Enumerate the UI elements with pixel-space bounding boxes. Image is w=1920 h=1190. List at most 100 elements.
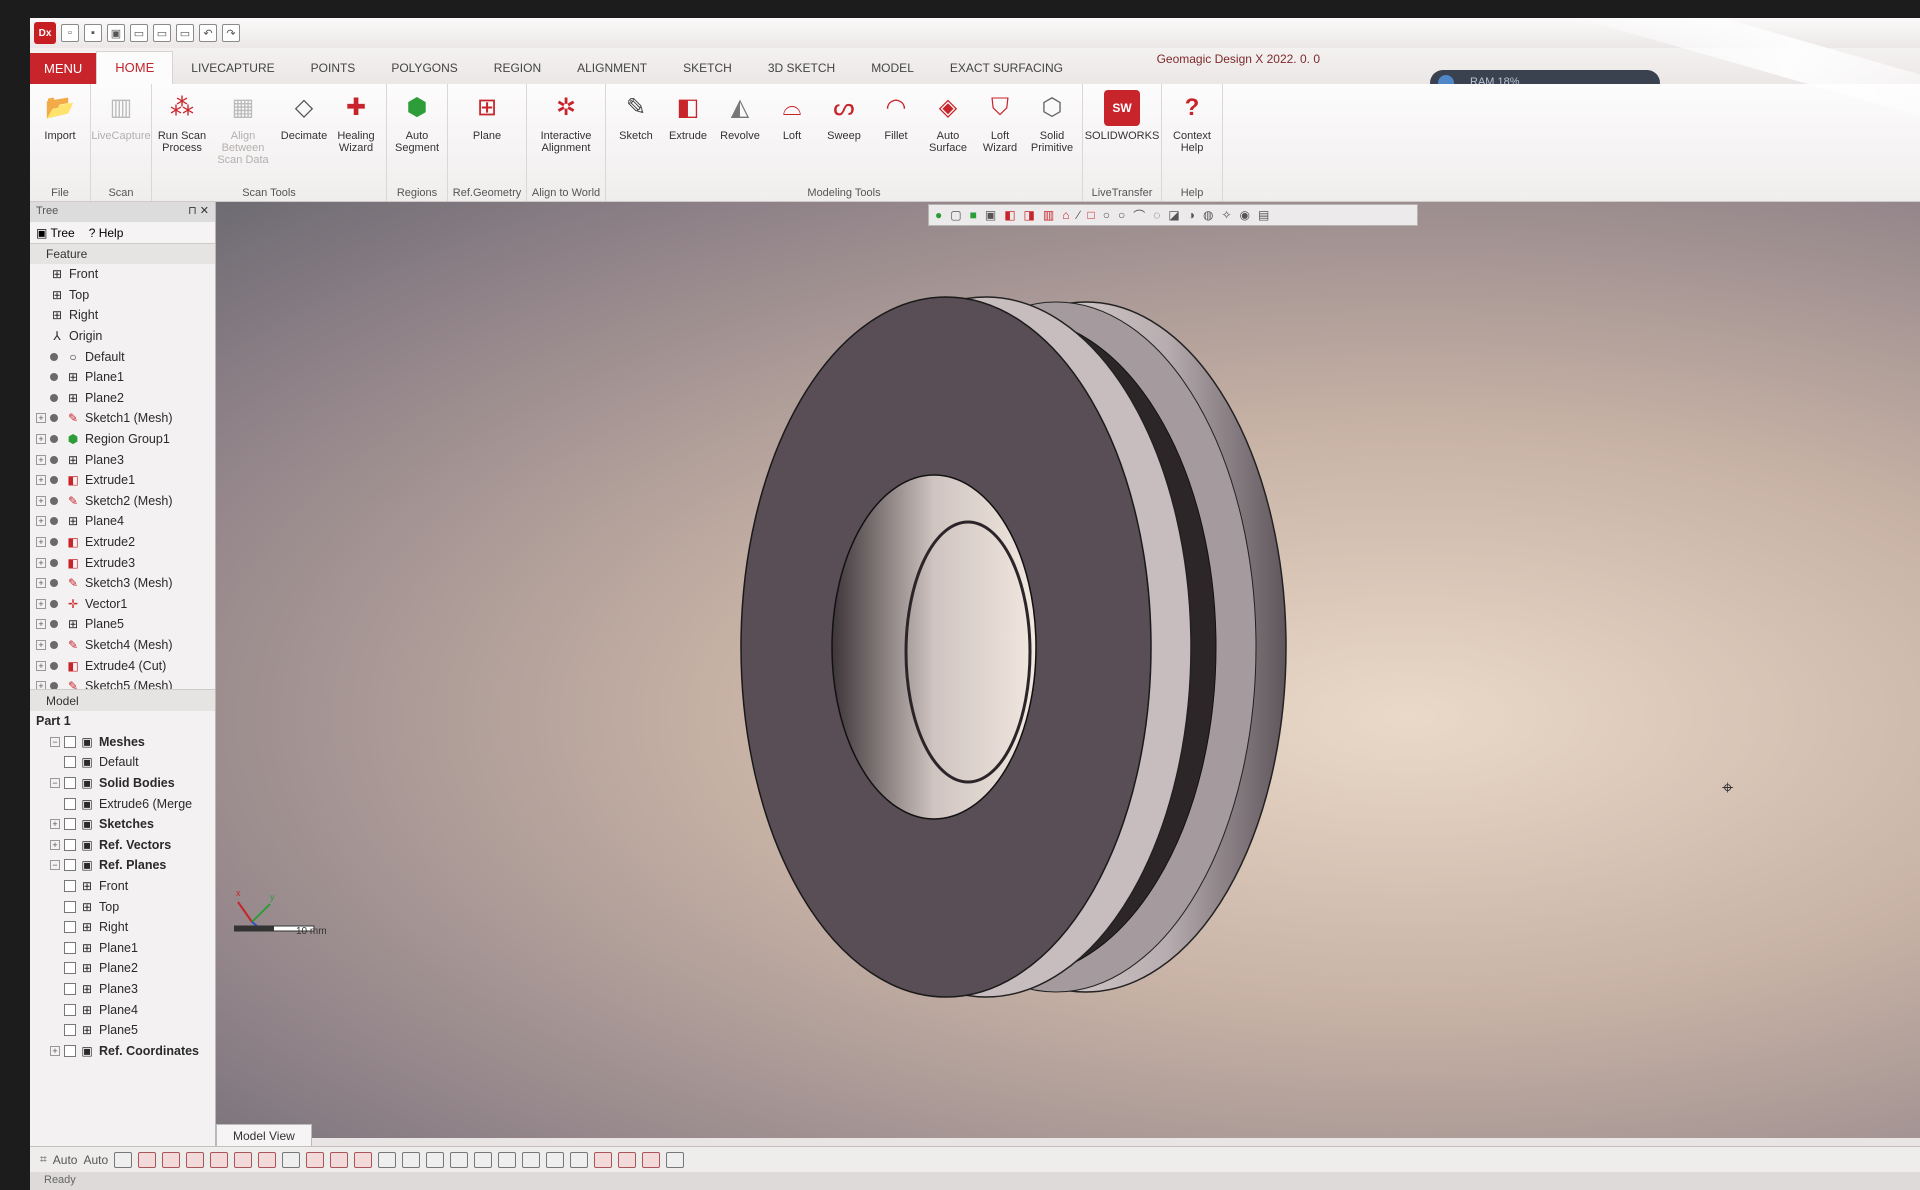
tab-sketch[interactable]: SKETCH <box>665 53 750 84</box>
visibility-dot-icon[interactable] <box>50 517 58 526</box>
visibility-checkbox[interactable] <box>64 983 76 996</box>
view-icon-1[interactable]: ● <box>935 208 942 222</box>
visibility-checkbox[interactable] <box>64 962 76 975</box>
visibility-checkbox[interactable] <box>64 1003 76 1016</box>
display-icon-3[interactable] <box>162 1151 181 1168</box>
display-icon-2[interactable] <box>138 1151 157 1168</box>
visibility-dot-icon[interactable] <box>50 373 58 382</box>
interactive-alignment-button[interactable]: ✲ Interactive Alignment <box>531 88 601 183</box>
view-icon-14[interactable]: ◌ <box>1153 208 1160 222</box>
visibility-dot-icon[interactable] <box>50 640 58 649</box>
view-icon-13[interactable]: ⌒ <box>1133 207 1145 224</box>
tab-help[interactable]: ? Help <box>89 226 124 240</box>
expand-icon[interactable]: − <box>50 778 60 789</box>
feature-tree-item[interactable]: + ✎ Sketch1 (Mesh) <box>30 408 215 429</box>
visibility-dot-icon[interactable] <box>50 579 58 588</box>
display-icon-24[interactable] <box>666 1151 685 1168</box>
visibility-checkbox[interactable] <box>64 1024 76 1037</box>
display-icon-10[interactable] <box>330 1151 349 1168</box>
visibility-checkbox[interactable] <box>64 797 76 810</box>
view-icon-19[interactable]: ◉ <box>1240 208 1250 222</box>
model-tree-item[interactable]: + ▣ Ref. Vectors <box>30 835 215 856</box>
visibility-dot-icon[interactable] <box>50 661 58 670</box>
model-tree-item[interactable]: ⊞ Plane5 <box>30 1020 215 1041</box>
tab-model[interactable]: MODEL <box>853 53 932 84</box>
view-icon-12[interactable]: ○ <box>1118 208 1125 222</box>
view-icon-20[interactable]: ▤ <box>1258 208 1269 222</box>
tab-tree[interactable]: ▣ Tree <box>36 226 75 240</box>
model-tree-item[interactable]: ▣ Default <box>30 752 215 773</box>
visibility-checkbox[interactable] <box>64 818 76 831</box>
tab-model-view[interactable]: Model View <box>216 1124 312 1146</box>
display-icon-20[interactable] <box>570 1151 589 1168</box>
tab-region[interactable]: REGION <box>476 53 559 84</box>
feature-tree-item[interactable]: ⊞ Plane1 <box>30 367 215 388</box>
view-icon-2[interactable]: ▢ <box>950 208 961 222</box>
visibility-dot-icon[interactable] <box>50 558 58 567</box>
undo-icon[interactable]: ↶ <box>199 24 217 42</box>
livecapture-button[interactable]: ▥ LiveCapture <box>91 88 150 183</box>
feature-tree-item[interactable]: ○ Default <box>30 346 215 367</box>
pulley-model[interactable] <box>656 282 1356 1002</box>
model-tree-item[interactable]: + ▣ Ref. Coordinates <box>30 1041 215 1062</box>
tab-livecapture[interactable]: LIVECAPTURE <box>173 53 292 84</box>
visibility-dot-icon[interactable] <box>50 682 58 689</box>
auto-surface-button[interactable]: ◈ Auto Surface <box>922 88 974 183</box>
view-icon-8[interactable]: ⌂ <box>1062 208 1069 222</box>
open-icon[interactable]: ▪ <box>84 24 102 42</box>
feature-tree-item[interactable]: ⊞ Plane2 <box>30 388 215 409</box>
loft-wizard-button[interactable]: ⛉ Loft Wizard <box>974 88 1026 183</box>
feature-tree-item[interactable]: + ◧ Extrude4 (Cut) <box>30 655 215 676</box>
visibility-checkbox[interactable] <box>64 880 76 893</box>
visibility-dot-icon[interactable] <box>50 393 58 402</box>
feature-tree-item[interactable]: + ⊞ Plane3 <box>30 449 215 470</box>
display-icon-13[interactable] <box>402 1151 421 1168</box>
model-tree-item[interactable]: − ▣ Solid Bodies <box>30 773 215 794</box>
visibility-checkbox[interactable] <box>64 777 76 790</box>
fillet-button[interactable]: ◠ Fillet <box>870 88 922 183</box>
view-icon-15[interactable]: ◪ <box>1168 208 1179 222</box>
feature-tree-item[interactable]: + ⊞ Plane5 <box>30 614 215 635</box>
expand-icon[interactable]: − <box>50 860 60 871</box>
feature-tree-item[interactable]: + ✛ Vector1 <box>30 594 215 615</box>
auto-segment-button[interactable]: ⬢ Auto Segment <box>391 88 443 183</box>
display-icon-4[interactable] <box>186 1151 205 1168</box>
expand-icon[interactable]: + <box>36 495 46 506</box>
display-icon-18[interactable] <box>522 1151 541 1168</box>
display-icon-17[interactable] <box>498 1151 517 1168</box>
model-tree-item[interactable]: Part 1 <box>30 711 215 732</box>
selection-icon[interactable]: ⌗ <box>40 1152 47 1167</box>
visibility-checkbox[interactable] <box>64 1044 76 1057</box>
display-icon-19[interactable] <box>546 1151 565 1168</box>
visibility-checkbox[interactable] <box>64 941 76 954</box>
panel-pin-close-icons[interactable]: ⊓ ✕ <box>188 204 209 217</box>
expand-icon[interactable]: + <box>50 819 60 830</box>
feature-tree-item[interactable]: ⊞ Right <box>30 305 215 326</box>
auto-dropdown-1[interactable]: Auto <box>53 1153 78 1167</box>
display-icon-11[interactable] <box>354 1151 373 1168</box>
view-icon-10[interactable]: □ <box>1087 208 1094 222</box>
expand-icon[interactable]: + <box>36 578 46 589</box>
expand-icon[interactable]: + <box>36 454 46 465</box>
visibility-checkbox[interactable] <box>64 735 76 748</box>
display-icon-12[interactable] <box>378 1151 397 1168</box>
feature-tree-item[interactable]: + ⬢ Region Group1 <box>30 429 215 450</box>
visibility-dot-icon[interactable] <box>50 352 58 361</box>
display-icon-22[interactable] <box>618 1151 637 1168</box>
expand-icon[interactable]: + <box>50 1045 60 1056</box>
auto-dropdown-2[interactable]: Auto <box>83 1153 108 1167</box>
context-help-button[interactable]: ? Context Help <box>1166 88 1218 183</box>
feature-tree-item[interactable]: + ✎ Sketch3 (Mesh) <box>30 573 215 594</box>
visibility-dot-icon[interactable] <box>50 414 58 423</box>
extrude-button[interactable]: ◧ Extrude <box>662 88 714 183</box>
model-tree-item[interactable]: ⊞ Plane2 <box>30 958 215 979</box>
tab-3d-sketch[interactable]: 3D SKETCH <box>750 53 853 84</box>
expand-icon[interactable]: + <box>36 619 46 630</box>
expand-icon[interactable]: + <box>36 557 46 568</box>
model-tree-item[interactable]: ⊞ Front <box>30 876 215 897</box>
expand-icon[interactable]: + <box>36 475 46 486</box>
view-icon-9[interactable]: ∕ <box>1077 208 1079 222</box>
feature-tree-item[interactable]: + ✎ Sketch5 (Mesh) <box>30 676 215 689</box>
revolve-button[interactable]: ◭ Revolve <box>714 88 766 183</box>
view-icon-5[interactable]: ◧ <box>1004 208 1015 222</box>
